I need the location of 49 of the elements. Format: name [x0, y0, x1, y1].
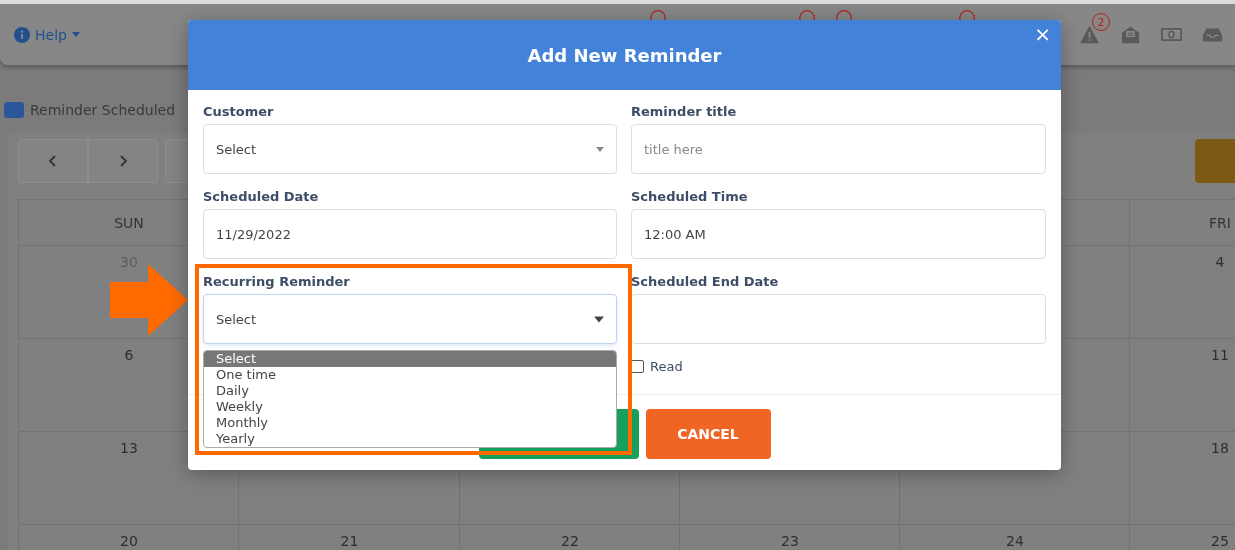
dropdown-option[interactable]: One time [204, 367, 616, 383]
day-number: 4 [1215, 254, 1225, 270]
day-number: 6 [124, 347, 134, 363]
next-button[interactable] [88, 139, 158, 183]
legend-label: Reminder Scheduled [30, 102, 176, 118]
select-field[interactable]: Select [203, 294, 617, 344]
day-number: 13 [120, 440, 138, 456]
input-field[interactable]: 11/29/2022 [203, 209, 617, 259]
caret-icon [71, 32, 80, 37]
envelope-icon[interactable] [1120, 25, 1141, 44]
dropdown-option[interactable]: Daily [204, 383, 616, 399]
day-number: 21 [340, 533, 359, 549]
field-label: Scheduled Time [631, 189, 749, 205]
input-field[interactable] [631, 294, 1046, 344]
weekday-header: FRI [1209, 214, 1231, 231]
day-number: 24 [1006, 533, 1024, 549]
day-number: 25 [1211, 533, 1229, 549]
dropdown-option[interactable]: Monthly [204, 415, 616, 431]
caret-icon [596, 146, 604, 152]
caret-icon [594, 315, 604, 323]
day-number: 18 [1211, 440, 1229, 456]
input-field[interactable]: 12:00 AM [631, 209, 1046, 259]
checkbox-label: Read [650, 359, 683, 374]
add-button[interactable] [1195, 139, 1235, 183]
chevron-right-icon [119, 155, 127, 167]
previous-button[interactable] [18, 139, 88, 183]
day-number: 20 [120, 533, 138, 549]
input-field[interactable]: title here [631, 124, 1046, 174]
money-icon[interactable] [1161, 25, 1182, 44]
day-number: 22 [561, 533, 579, 549]
chevron-left-icon [49, 155, 57, 167]
dropdown-option[interactable]: Weekly [204, 399, 616, 415]
field-label: Customer [203, 104, 275, 120]
checkbox[interactable] [631, 360, 644, 373]
dialog-title: Add New Reminder [527, 44, 722, 66]
field-label: Reminder title [631, 104, 738, 120]
field-label: Scheduled Date [203, 189, 320, 205]
inbox-icon[interactable] [1202, 25, 1223, 44]
day-number: 11 [1211, 347, 1229, 363]
close-button[interactable]: × [1030, 24, 1055, 44]
field-label: Scheduled End Date [631, 274, 780, 290]
day-number: 23 [781, 533, 799, 549]
dropdown-option[interactable]: Select [204, 351, 616, 367]
select-field[interactable]: Select [203, 124, 617, 174]
field-label: Recurring Reminder [203, 274, 351, 290]
warning-icon[interactable] [1079, 25, 1100, 44]
weekday-header: SUN [114, 214, 144, 231]
dropdown-option[interactable]: Yearly [204, 431, 616, 447]
info-icon [14, 26, 30, 43]
